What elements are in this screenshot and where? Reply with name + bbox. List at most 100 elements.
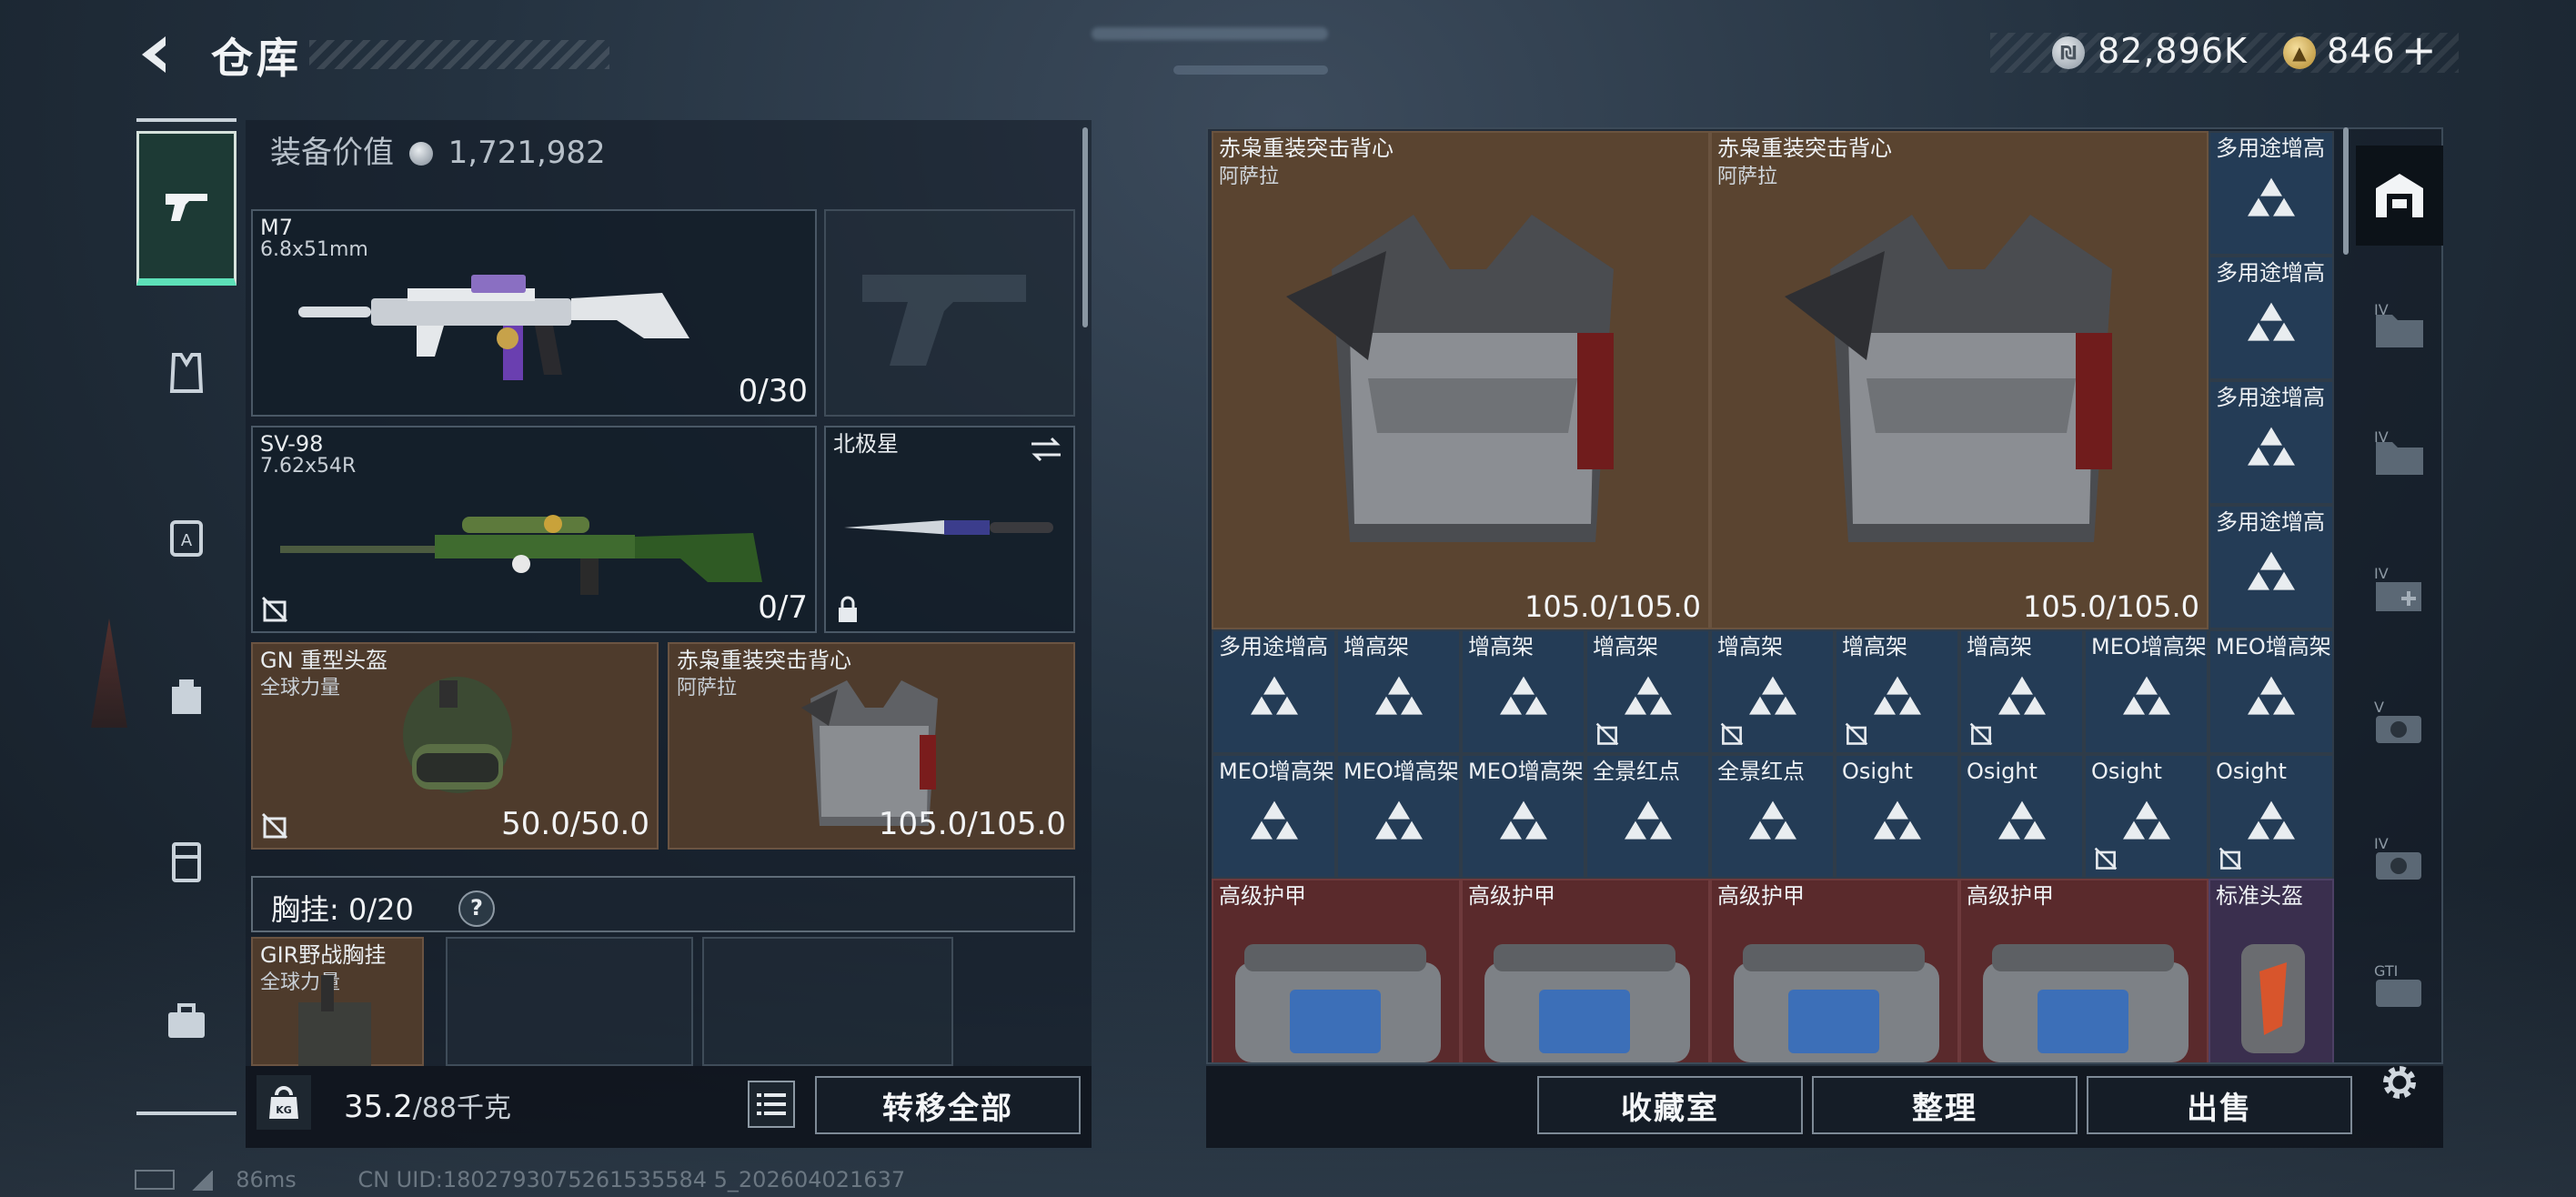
item-name: 多用途增高: [1219, 634, 1328, 659]
helmet-image: [403, 677, 512, 793]
armor-name: 赤枭重装突击背心: [677, 648, 851, 673]
inventory-item-large[interactable]: 赤枭重装突击背心 阿萨拉 105.0/105.0: [1212, 131, 1710, 629]
svg-text:GTI: GTI: [2374, 962, 2398, 980]
inventory-item[interactable]: 标准头盔: [2209, 879, 2334, 1062]
inventory-item[interactable]: Osight: [2209, 754, 2334, 879]
armor-plate-image: [1983, 944, 2189, 1062]
item-name: Osight: [1967, 759, 2038, 784]
secondary-weapon-slot[interactable]: SV-98 7.62x54R 0/7: [251, 426, 817, 633]
ping-text: 86ms: [236, 1167, 297, 1192]
inventory-item[interactable]: 高级护甲: [1710, 879, 1959, 1062]
list-icon: [757, 1093, 786, 1115]
inventory-item[interactable]: 高级护甲: [1212, 879, 1461, 1062]
inventory-item[interactable]: 高级护甲: [1959, 879, 2209, 1062]
inventory-item[interactable]: 多用途增高: [2209, 256, 2334, 380]
weight-icon: KG: [257, 1075, 311, 1130]
inventory-item[interactable]: 全景红点: [1710, 754, 1835, 879]
equip-value-label: 装备价值: [270, 135, 394, 171]
tab-gti[interactable]: GTI: [2356, 937, 2443, 1037]
chest-rig-slot[interactable]: [702, 937, 953, 1066]
attachment-icon: [2122, 800, 2170, 840]
loadout-scrollbar[interactable]: [1082, 127, 1088, 327]
inventory-item[interactable]: MEO增高架: [1336, 754, 1461, 879]
category-chest-rig[interactable]: [136, 812, 236, 912]
rig-icon: [172, 842, 201, 882]
inventory-item[interactable]: MEO增高架: [2084, 629, 2209, 754]
attachment-icon: [1748, 676, 1796, 715]
inventory-item[interactable]: 增高架: [1585, 629, 1710, 754]
primary-weapon-slot[interactable]: M7 6.8x51mm 0/30: [251, 209, 817, 417]
armor-durability: 105.0/105.0: [878, 806, 1066, 842]
inventory-item[interactable]: 多用途增高: [1212, 629, 1336, 754]
item-name: 全景红点: [1717, 759, 1805, 784]
inventory-item[interactable]: 全景红点: [1585, 754, 1710, 879]
inventory-item[interactable]: 多用途增高: [2209, 380, 2334, 505]
armor-slot[interactable]: 赤枭重装突击背心 阿萨拉 105.0/105.0: [668, 642, 1075, 850]
attachment-icon: [1624, 676, 1672, 715]
chest-rig-slot[interactable]: [446, 937, 693, 1066]
item-name: 赤枭重装突击背心: [1219, 136, 1394, 161]
category-armor[interactable]: A: [136, 487, 236, 587]
inventory-item[interactable]: 多用途增高: [2209, 131, 2334, 256]
inventory-item[interactable]: Osight: [2084, 754, 2209, 879]
attachment-icon: [1873, 800, 1921, 840]
inventory-scrollbar[interactable]: [2343, 127, 2349, 255]
category-vest[interactable]: [136, 323, 236, 423]
category-case[interactable]: [136, 971, 236, 1071]
inventory-item[interactable]: MEO增高架: [1461, 754, 1585, 879]
sort-button[interactable]: 整理: [1812, 1076, 2078, 1134]
collection-room-button[interactable]: 收藏室: [1537, 1076, 1803, 1134]
folder-iv-icon: IV: [2374, 429, 2423, 475]
no-lock-icon: [1969, 722, 1993, 746]
attachment-icon: [1748, 800, 1796, 840]
no-lock-icon: [1845, 722, 1868, 746]
item-name: Osight: [1842, 759, 1913, 784]
swap-icon[interactable]: [1028, 435, 1064, 464]
inventory-item[interactable]: Osight: [1835, 754, 1959, 879]
inventory-item[interactable]: 多用途增高: [2209, 505, 2334, 629]
folder-iv-icon: IV: [2374, 302, 2423, 347]
help-button[interactable]: ?: [458, 890, 495, 927]
vest-image: [1286, 215, 1614, 542]
inventory-item[interactable]: MEO增高架: [1212, 754, 1336, 879]
pistol-slot[interactable]: [824, 209, 1075, 417]
category-bar-top: [136, 118, 236, 122]
armor-sub: 阿萨拉: [677, 677, 738, 699]
inventory-item[interactable]: 增高架: [1835, 629, 1959, 754]
inventory-item-large[interactable]: 赤枭重装突击背心 阿萨拉 105.0/105.0: [1710, 131, 2209, 629]
item-name: Osight: [2216, 759, 2287, 784]
signal-icon: [190, 1171, 213, 1191]
attachment-icon: [1499, 676, 1547, 715]
transfer-all-button[interactable]: 转移全部: [815, 1076, 1081, 1134]
inventory-item[interactable]: MEO增高架: [2209, 629, 2334, 754]
tab-camera-v[interactable]: V: [2356, 673, 2443, 773]
tab-storage-iv-2[interactable]: IV: [2356, 405, 2443, 505]
tab-medical-iv[interactable]: IV: [2356, 541, 2443, 641]
chest-rig-label: 胸挂: 0/20: [271, 892, 414, 927]
item-name: MEO增高架: [1219, 759, 1334, 784]
backpack-icon: [172, 679, 201, 714]
inventory-item[interactable]: 增高架: [1461, 629, 1585, 754]
settings-button[interactable]: [2356, 1032, 2443, 1132]
helmet-slot[interactable]: GN 重型头盔 全球力量 50.0/50.0: [251, 642, 659, 850]
tab-camera-iv[interactable]: IV: [2356, 810, 2443, 910]
melee-slot[interactable]: 北极星: [824, 426, 1075, 633]
back-button[interactable]: [135, 33, 178, 76]
inventory-item[interactable]: 增高架: [1336, 629, 1461, 754]
list-view-button[interactable]: [748, 1081, 795, 1128]
inventory-item[interactable]: 增高架: [1710, 629, 1835, 754]
weight-max: /88千克: [412, 1092, 511, 1124]
item-name: 多用途增高: [2216, 136, 2325, 161]
svg-text:IV: IV: [2374, 566, 2389, 582]
inventory-item[interactable]: Osight: [1959, 754, 2084, 879]
tab-storage-iv-1[interactable]: IV: [2356, 277, 2443, 377]
inventory-item[interactable]: 高级护甲: [1461, 879, 1710, 1062]
attachment-icon: [1624, 800, 1672, 840]
add-currency-button[interactable]: +: [2401, 25, 2438, 75]
chest-rig-item[interactable]: GIR野战胸挂 全球力量: [251, 937, 424, 1066]
category-backpack[interactable]: [136, 646, 236, 746]
category-weapons[interactable]: [136, 131, 236, 286]
tab-warehouse-home[interactable]: [2356, 146, 2443, 246]
inventory-item[interactable]: 增高架: [1959, 629, 2084, 754]
sell-button[interactable]: 出售: [2087, 1076, 2352, 1134]
